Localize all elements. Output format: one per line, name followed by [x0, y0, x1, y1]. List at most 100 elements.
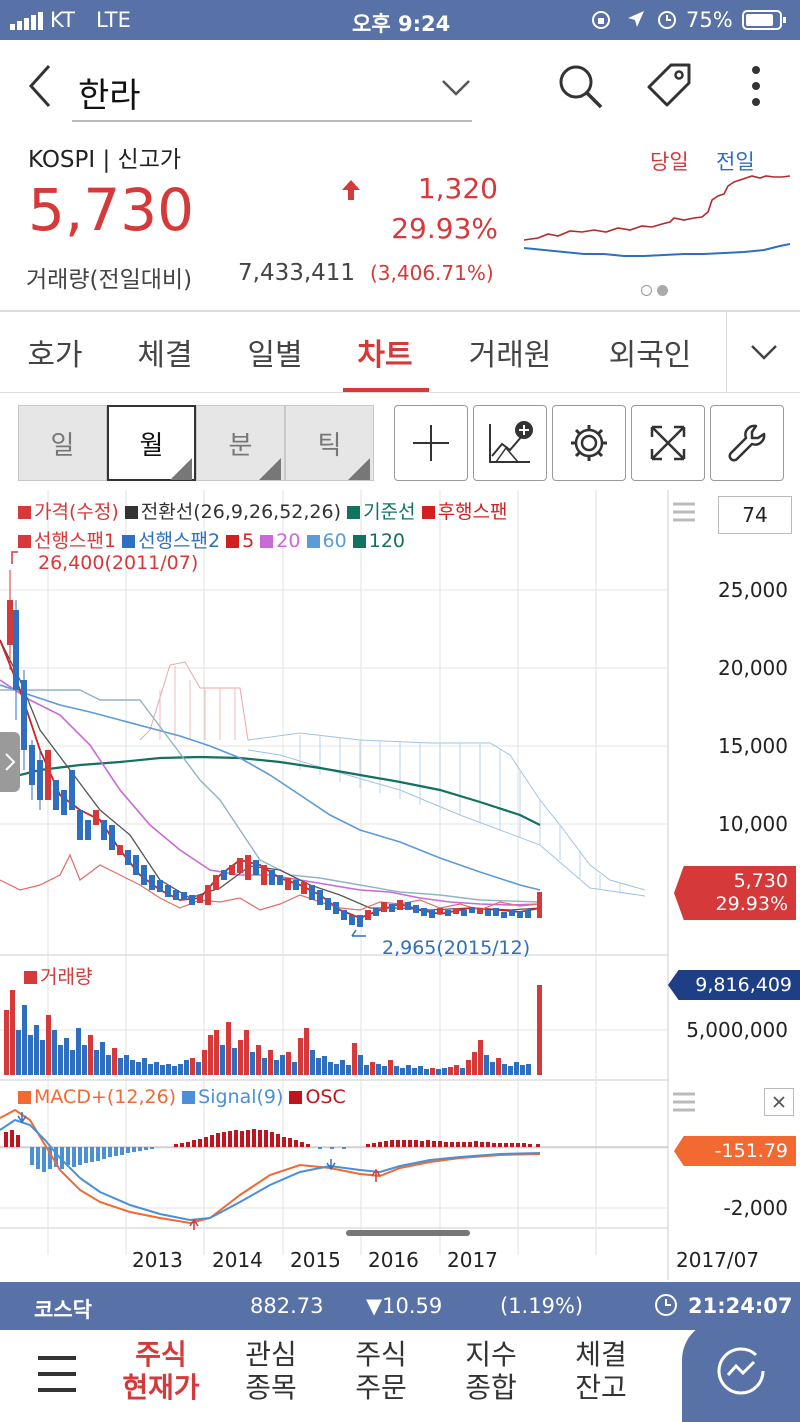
legend-chikou: 후행스팬 — [421, 501, 508, 523]
battery-icon — [742, 10, 788, 35]
tab-chart[interactable]: 차트 — [330, 312, 440, 392]
more-vertical-icon — [752, 66, 760, 106]
x-tick: 2014 — [212, 1248, 263, 1272]
stock-name: 한라 — [78, 76, 141, 116]
corner-triangle-icon — [170, 458, 192, 480]
close-macd-button[interactable] — [764, 1088, 794, 1116]
location-icon — [626, 9, 646, 34]
legend-signal: Signal(9) — [182, 1086, 283, 1108]
tabs-more-button[interactable] — [726, 312, 800, 392]
x-tick: 2016 — [368, 1248, 419, 1272]
legend-macd: MACD+(12,26) — [18, 1086, 176, 1108]
carrier: KT — [50, 8, 75, 32]
current-price: 5,730 — [28, 176, 195, 244]
nav-order[interactable]: 주식 주문 — [328, 1330, 434, 1422]
alarm-icon — [656, 8, 678, 35]
current-price-tag-pct: 29.93% — [715, 893, 788, 915]
ticker-index-change: ▼10.59 — [366, 1294, 443, 1318]
x-tick: 2015 — [290, 1248, 341, 1272]
settings-button[interactable] — [552, 405, 626, 481]
y-tick: 10,000 — [718, 812, 788, 836]
corner-triangle-icon — [348, 458, 370, 480]
macd-tag: -151.79 — [674, 1136, 796, 1166]
refresh-chart-icon — [717, 1347, 765, 1395]
index-ticker-bar[interactable]: 코스닥 882.73 ▼10.59 (1.19%) 21:24:07 — [0, 1282, 800, 1330]
network: LTE — [96, 8, 131, 32]
nav-watchlist[interactable]: 관심 종목 — [218, 1330, 324, 1422]
high-price-note: 26,400(2011/07) — [38, 552, 199, 574]
legend-senkou-b: 선행스팬2 — [122, 530, 220, 552]
back-button[interactable] — [12, 58, 68, 114]
crosshair-button[interactable] — [394, 405, 468, 481]
ichimoku-cloud-red — [139, 661, 249, 741]
tag-button[interactable] — [640, 58, 696, 114]
chevron-right-icon — [5, 753, 16, 771]
ticker-index-name: 코스닥 — [34, 1298, 92, 1322]
clock-icon — [654, 1293, 678, 1322]
legend-ma60: 60 — [306, 530, 347, 552]
search-underline — [72, 120, 472, 122]
macd-legend: MACD+(12,26) Signal(9) OSC — [18, 1086, 346, 1108]
indicator-add-button[interactable] — [473, 405, 547, 481]
mini-today-line — [524, 175, 790, 241]
current-price-tag: 5,730 29.93% — [674, 866, 796, 920]
page-dot-2[interactable] — [657, 285, 668, 296]
volume-value: 7,433,411 — [238, 260, 356, 286]
fullscreen-button[interactable] — [631, 405, 705, 481]
legend-ma20: 20 — [260, 530, 300, 552]
quick-action-button[interactable] — [682, 1320, 800, 1422]
volume-panel-title: 거래량 — [24, 962, 92, 989]
menu-button[interactable] — [34, 1352, 80, 1400]
legend-price: 가격(수정) — [18, 501, 119, 523]
chart-add-icon — [489, 421, 533, 463]
chart-legend-row1: 가격(수정) 전환선(26,9,26,52,26) 기준선 후행스팬 — [18, 497, 508, 524]
page-dot-1[interactable] — [641, 285, 652, 296]
price-candles — [7, 570, 542, 927]
macd-y-tick: -2,000 — [723, 1196, 788, 1220]
legend-tenkan: 전환선(26,9,26,52,26) — [124, 501, 341, 523]
y-tick: 15,000 — [718, 734, 788, 758]
mini-prev-line — [524, 243, 790, 257]
price-change-pct: 29.93% — [391, 212, 498, 245]
x-tick: 2017 — [447, 1248, 498, 1272]
y-tick: 25,000 — [718, 578, 788, 602]
stock-select-dropdown[interactable] — [440, 76, 472, 102]
chevron-left-icon — [28, 64, 51, 108]
tab-brokers[interactable]: 거래원 — [450, 312, 570, 392]
battery-percent: 75% — [686, 8, 733, 32]
high-marker-icon — [11, 551, 18, 564]
legend-ma120: 120 — [352, 530, 405, 552]
ichimoku-cloud-blue — [247, 732, 646, 897]
chart-scrollbar — [346, 1230, 470, 1236]
search-button[interactable] — [552, 58, 608, 114]
chevron-down-icon — [750, 345, 777, 360]
tab-trades[interactable]: 체결 — [110, 312, 220, 392]
market-label: KOSPI | 신고가 — [28, 147, 182, 173]
legend-kijun: 기준선 — [347, 501, 416, 523]
period-count-input[interactable]: 74 — [718, 496, 792, 534]
macd-oscillator-bars — [4, 1129, 540, 1172]
nav-index[interactable]: 지수 종합 — [438, 1330, 544, 1422]
tab-hoga[interactable]: 호가 — [0, 312, 110, 392]
chart-side-expand-button[interactable] — [0, 732, 20, 792]
expand-icon — [650, 425, 686, 461]
price-tag-icon — [647, 63, 691, 107]
status-bar: KT LTE 오후 9:24 75% — [0, 0, 800, 40]
period-day[interactable]: 일 — [18, 405, 107, 481]
nav-balance[interactable]: 체결 잔고 — [548, 1330, 654, 1422]
tools-button[interactable] — [710, 405, 784, 481]
legend-ma5: 5 — [226, 530, 254, 552]
nav-stock-price[interactable]: 주식 현재가 — [108, 1330, 214, 1422]
chevron-down-icon — [442, 80, 470, 96]
corner-triangle-icon — [259, 458, 281, 480]
gear-icon — [571, 425, 607, 461]
signal-icon — [10, 11, 44, 35]
tab-daily[interactable]: 일별 — [220, 312, 330, 392]
hamburger-menu-icon — [38, 1356, 76, 1392]
x-current-date: 2017/07 — [676, 1248, 760, 1272]
crosshair-icon — [413, 425, 449, 461]
more-menu-button[interactable] — [728, 58, 784, 114]
chart-legend-row2: 선행스팬1 선행스팬2 5 20 60 120 — [18, 526, 405, 553]
tab-foreign[interactable]: 외국인 — [590, 312, 710, 392]
price-change: 1,320 — [417, 172, 498, 205]
